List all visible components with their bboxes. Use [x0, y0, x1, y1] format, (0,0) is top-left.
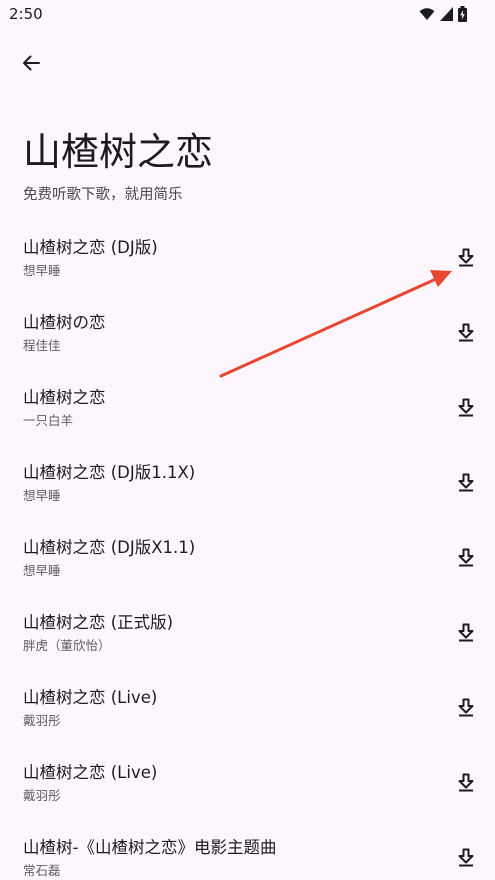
song-row[interactable]: 山楂树之恋 (Live) 戴羽彤: [0, 748, 495, 823]
song-artist: 胖虎（董欣怡）: [23, 638, 111, 653]
page-title: 山楂树之恋: [23, 130, 214, 174]
song-title: 山楂树の恋: [23, 313, 106, 332]
download-icon: [458, 248, 474, 267]
download-button[interactable]: [453, 695, 479, 721]
download-button[interactable]: [453, 845, 479, 871]
status-time: 2:50: [9, 5, 43, 23]
song-row[interactable]: 山楂树之恋 一只白羊: [0, 373, 495, 448]
signal-icon: [440, 7, 453, 21]
back-button[interactable]: [14, 46, 48, 80]
download-button[interactable]: [453, 470, 479, 496]
download-icon: [458, 398, 474, 417]
song-artist: 戴羽彤: [23, 713, 61, 728]
song-list: 山楂树之恋 (DJ版) 想早睡 山楂树の恋 程佳佳 山楂树之恋 一只白羊 山楂树…: [0, 223, 495, 880]
status-bar: 2:50: [0, 0, 495, 30]
song-artist: 常石磊: [23, 863, 61, 878]
song-row[interactable]: 山楂树之恋 (DJ版1.1X) 想早睡: [0, 448, 495, 523]
wifi-icon: [419, 7, 435, 21]
song-row[interactable]: 山楂树之恋 (DJ版) 想早睡: [0, 223, 495, 298]
download-icon: [458, 548, 474, 567]
song-title: 山楂树之恋 (Live): [23, 763, 158, 782]
song-row[interactable]: 山楂树之恋 (正式版) 胖虎（董欣怡）: [0, 598, 495, 673]
download-button[interactable]: [453, 620, 479, 646]
page-subtitle: 免费听歌下歌，就用简乐: [23, 187, 183, 203]
song-artist: 想早睡: [23, 263, 61, 278]
song-row[interactable]: 山楂树之恋 (Live) 戴羽彤: [0, 673, 495, 748]
song-artist: 戴羽彤: [23, 788, 61, 803]
song-row[interactable]: 山楂树-《山楂树之恋》电影主题曲 常石磊: [0, 823, 495, 880]
song-title: 山楂树之恋 (DJ版): [23, 238, 158, 257]
battery-charging-icon: [458, 6, 467, 22]
download-button[interactable]: [453, 770, 479, 796]
download-icon: [458, 323, 474, 342]
download-icon: [458, 473, 474, 492]
song-title: 山楂树之恋: [23, 388, 106, 407]
status-icons: [419, 5, 467, 23]
download-icon: [458, 623, 474, 642]
arrow-left-icon: [23, 55, 40, 71]
song-title: 山楂树之恋 (DJ版1.1X): [23, 463, 196, 482]
song-row[interactable]: 山楂树之恋 (DJ版X1.1) 想早睡: [0, 523, 495, 598]
download-button[interactable]: [453, 395, 479, 421]
download-button[interactable]: [453, 545, 479, 571]
download-icon: [458, 773, 474, 792]
song-artist: 程佳佳: [23, 338, 61, 353]
screen: 2:50 山楂树之恋 免费听歌下歌，就用简乐 山楂树之恋 (DJ版) 想早睡 山…: [0, 0, 495, 880]
song-row[interactable]: 山楂树の恋 程佳佳: [0, 298, 495, 373]
download-icon: [458, 698, 474, 717]
download-button[interactable]: [453, 320, 479, 346]
song-artist: 想早睡: [23, 563, 61, 578]
song-title: 山楂树之恋 (Live): [23, 688, 158, 707]
download-button[interactable]: [453, 245, 479, 271]
song-title: 山楂树-《山楂树之恋》电影主题曲: [23, 838, 277, 857]
song-artist: 一只白羊: [23, 413, 74, 428]
song-title: 山楂树之恋 (DJ版X1.1): [23, 538, 196, 557]
download-icon: [458, 848, 474, 867]
song-artist: 想早睡: [23, 488, 61, 503]
song-title: 山楂树之恋 (正式版): [23, 613, 174, 632]
